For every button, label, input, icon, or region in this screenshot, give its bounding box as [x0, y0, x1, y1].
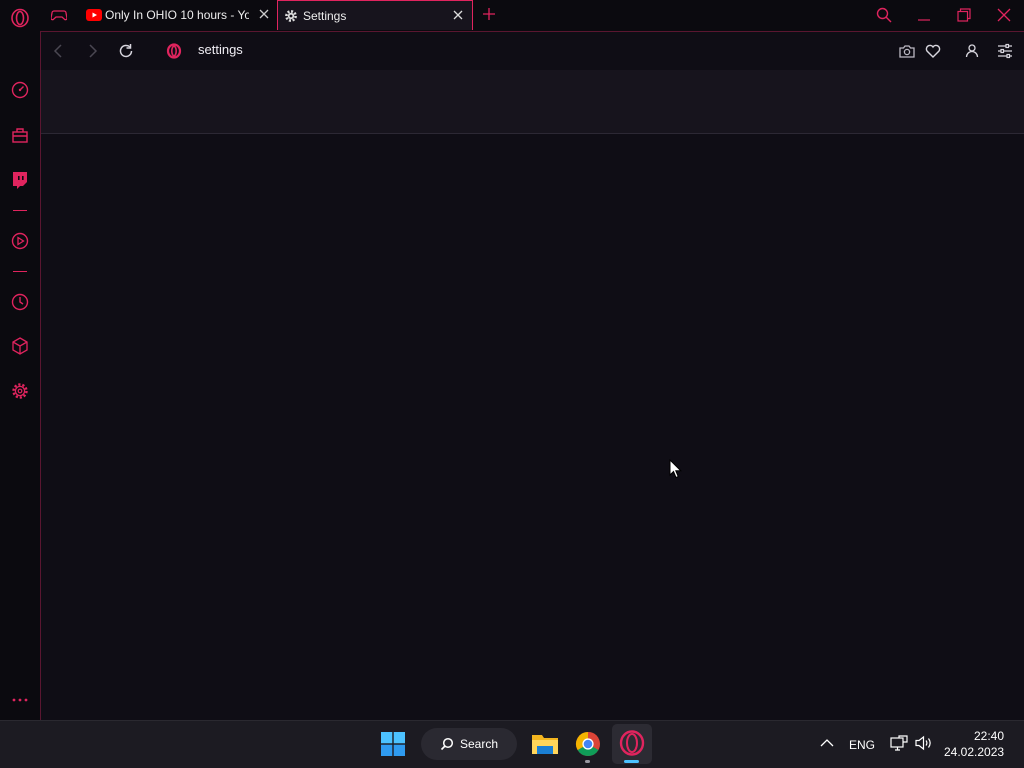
close-window-icon[interactable]	[997, 8, 1011, 22]
search-tabs-icon[interactable]	[876, 7, 892, 23]
sidebar-divider	[13, 210, 27, 211]
tab-label: Settings	[303, 8, 347, 23]
tab-settings[interactable]: Settings	[277, 0, 473, 30]
gamepad-icon[interactable]	[51, 8, 67, 22]
new-tab-icon[interactable]	[482, 7, 496, 21]
minimize-icon[interactable]	[917, 8, 931, 22]
language-indicator[interactable]: ENG	[849, 738, 875, 752]
heart-icon[interactable]	[924, 42, 942, 60]
opera-page-icon	[166, 43, 182, 59]
clock-time[interactable]: 22:40	[948, 729, 1004, 743]
forward-icon[interactable]	[83, 42, 101, 60]
account-icon[interactable]	[963, 42, 981, 60]
active-indicator	[624, 760, 639, 763]
browser-content	[40, 31, 1024, 720]
chevron-up-icon[interactable]	[820, 738, 834, 748]
settings-header	[41, 70, 1024, 134]
history-icon[interactable]	[10, 292, 30, 312]
gear-icon	[285, 9, 297, 22]
search-label: Search	[459, 737, 499, 751]
youtube-icon	[86, 9, 102, 21]
running-indicator	[585, 760, 590, 763]
close-tab-icon[interactable]	[258, 8, 270, 20]
sidebar	[0, 31, 40, 720]
opera-logo-icon[interactable]	[10, 8, 30, 28]
back-icon[interactable]	[50, 42, 68, 60]
address-field[interactable]: settings	[198, 42, 243, 57]
clock-date[interactable]: 24.02.2023	[944, 745, 1004, 759]
close-tab-icon[interactable]	[452, 9, 464, 21]
twitch-icon[interactable]	[10, 170, 30, 190]
network-icon[interactable]	[890, 735, 908, 751]
taskbar-search-button[interactable]: Search	[421, 728, 517, 760]
opera-icon	[619, 730, 645, 756]
chrome-icon[interactable]	[573, 729, 603, 759]
volume-icon[interactable]	[914, 735, 934, 751]
address-bar	[41, 32, 1024, 70]
tab-youtube[interactable]: Only In OHIO 10 hours - Yo	[78, 0, 278, 30]
camera-icon[interactable]	[898, 42, 916, 60]
speed-dial-icon[interactable]	[10, 80, 30, 100]
windows-start-icon[interactable]	[381, 732, 405, 756]
player-icon[interactable]	[10, 231, 30, 251]
tab-label: Only In OHIO 10 hours - Yo	[105, 8, 249, 22]
easy-setup-icon[interactable]	[996, 42, 1014, 60]
extensions-icon[interactable]	[10, 336, 30, 356]
restore-icon[interactable]	[957, 8, 971, 22]
settings-icon[interactable]	[10, 381, 30, 401]
reload-icon[interactable]	[117, 42, 135, 60]
file-explorer-icon[interactable]	[530, 729, 560, 759]
bag-icon[interactable]	[10, 125, 30, 145]
search-icon	[440, 737, 454, 751]
mouse-cursor-icon	[669, 459, 683, 479]
title-bar: Only In OHIO 10 hours - Yo Settings	[0, 0, 1024, 31]
sidebar-divider	[13, 271, 27, 272]
more-icon[interactable]	[10, 690, 30, 710]
